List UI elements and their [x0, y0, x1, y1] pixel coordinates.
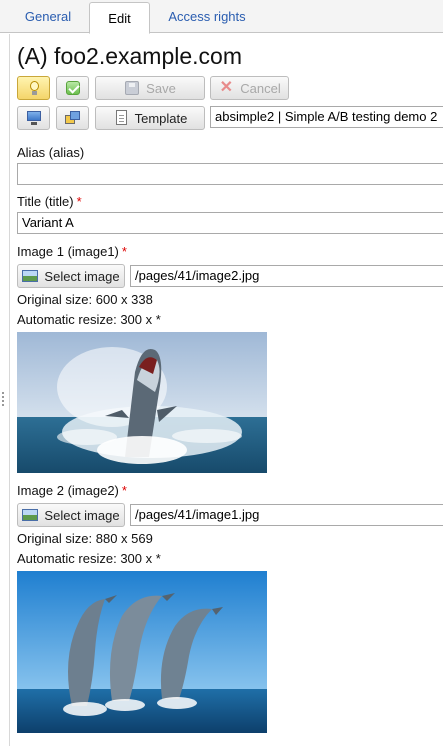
windows-icon	[64, 110, 81, 126]
image1-path-input[interactable]: /pages/41/image2.jpg	[130, 265, 443, 287]
document-icon	[113, 110, 129, 126]
image2-label-text: Image 2 (image2)	[17, 483, 119, 498]
lightbulb-icon	[26, 80, 42, 96]
image-icon	[22, 268, 39, 284]
image2-label: Image 2 (image2) *	[17, 483, 127, 498]
alias-input[interactable]	[17, 163, 443, 185]
monitor-icon	[26, 110, 42, 126]
resize-grip[interactable]	[2, 392, 4, 406]
select-image1-label: Select image	[44, 268, 120, 284]
select-image2-button[interactable]: Select image	[17, 503, 125, 527]
save-button-label: Save	[146, 80, 176, 96]
tab-bar: General Edit Access rights	[0, 0, 443, 34]
select-image2-label: Select image	[44, 507, 120, 523]
image1-preview	[17, 332, 267, 473]
tab-access-rights[interactable]: Access rights	[151, 0, 263, 33]
toggle-hints-button[interactable]	[17, 76, 50, 100]
preview-button[interactable]	[17, 106, 50, 130]
validate-button[interactable]	[56, 76, 89, 100]
select-image1-button[interactable]: Select image	[17, 264, 125, 288]
required-marker: *	[121, 244, 127, 259]
template-button-label: Template	[134, 110, 188, 126]
x-icon: ✕	[219, 79, 233, 96]
image1-original-size: Original size: 600 x 338	[17, 292, 153, 307]
image1-auto-resize: Automatic resize: 300 x *	[17, 312, 161, 327]
required-marker: *	[76, 194, 82, 209]
image1-label-text: Image 1 (image1)	[17, 244, 119, 259]
image2-auto-resize: Automatic resize: 300 x *	[17, 551, 161, 566]
cancel-button[interactable]: ✕ Cancel	[210, 76, 289, 100]
required-marker: *	[121, 483, 127, 498]
checkmark-icon	[65, 80, 81, 96]
image2-preview	[17, 571, 267, 733]
title-label-text: Title (title)	[17, 194, 74, 209]
title-label: Title (title) *	[17, 194, 82, 209]
disk-icon	[124, 80, 140, 96]
template-button[interactable]: Template	[95, 106, 205, 130]
page-title: (A) foo2.example.com	[17, 43, 242, 69]
tab-general[interactable]: General	[8, 0, 88, 33]
title-input[interactable]: Variant A	[17, 212, 443, 234]
tab-edit[interactable]: Edit	[89, 2, 150, 34]
template-field[interactable]: absimple2 | Simple A/B testing demo 2	[210, 106, 443, 128]
alias-label: Alias (alias)	[17, 145, 85, 160]
open-window-button[interactable]	[56, 106, 89, 130]
image1-label: Image 1 (image1) *	[17, 244, 127, 259]
image2-original-size: Original size: 880 x 569	[17, 531, 153, 546]
cancel-button-label: Cancel	[240, 80, 281, 96]
save-button[interactable]: Save	[95, 76, 205, 100]
image2-path-input[interactable]: /pages/41/image1.jpg	[130, 504, 443, 526]
image-icon	[22, 507, 39, 523]
